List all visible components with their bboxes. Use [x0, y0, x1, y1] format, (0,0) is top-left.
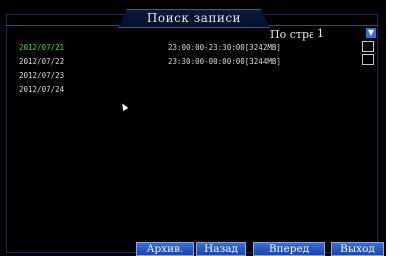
- date-item[interactable]: 2012/07/23: [19, 69, 64, 83]
- page-title: Поиск записи: [118, 9, 270, 28]
- record-checkbox[interactable]: [362, 41, 374, 52]
- chevron-down-icon[interactable]: ▼: [366, 28, 376, 38]
- record-checkbox[interactable]: [362, 54, 374, 65]
- date-item[interactable]: 2012/07/21: [19, 41, 64, 55]
- date-item[interactable]: 2012/07/24: [19, 83, 64, 97]
- record-list: 23:00:00-23:30:00[3242MB] 23:30:00-00:00…: [168, 41, 281, 69]
- archive-button[interactable]: Архив.: [136, 242, 194, 256]
- page-select[interactable]: 1: [313, 27, 365, 40]
- exit-button[interactable]: Выход: [331, 242, 384, 256]
- date-item[interactable]: 2012/07/22: [19, 55, 64, 69]
- record-item[interactable]: 23:30:00-00:00:00[3244MB]: [168, 55, 281, 69]
- record-item[interactable]: 23:00:00-23:30:00[3242MB]: [168, 41, 281, 55]
- back-button[interactable]: Назад: [196, 242, 246, 256]
- date-list: 2012/07/21 2012/07/22 2012/07/23 2012/07…: [19, 41, 64, 97]
- forward-button[interactable]: Вперед: [253, 242, 325, 256]
- dvr-screen: Поиск записи По стран. 1 ▼ 2012/07/21 20…: [0, 0, 386, 256]
